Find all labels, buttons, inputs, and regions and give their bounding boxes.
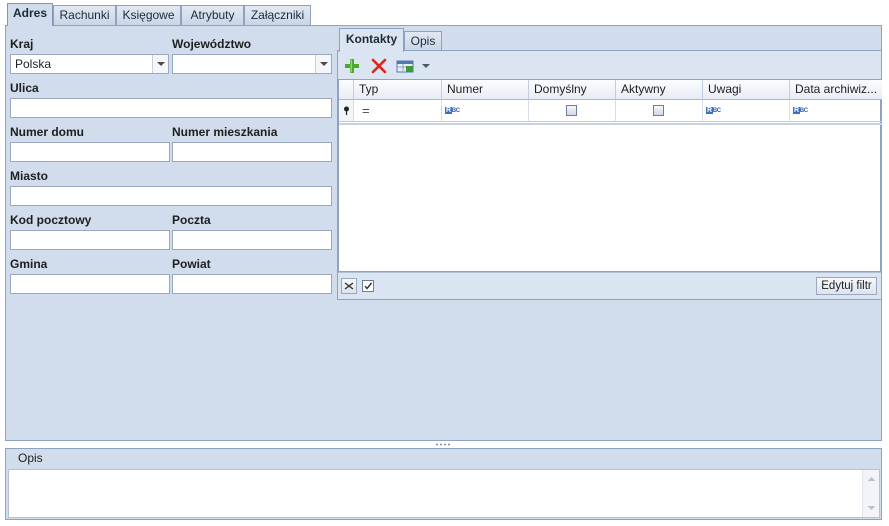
- add-button[interactable]: [343, 57, 361, 75]
- numer-mieszkania-input[interactable]: [172, 142, 332, 162]
- gmina-input[interactable]: [10, 274, 170, 294]
- kraj-label: Kraj: [10, 37, 34, 51]
- ulica-label: Ulica: [10, 81, 39, 95]
- plus-icon: [345, 59, 359, 73]
- tab-zalaczniki[interactable]: Załączniki: [244, 5, 311, 25]
- scroll-up-icon[interactable]: [863, 472, 880, 486]
- domyslny-filter-checkbox[interactable]: [566, 105, 577, 116]
- opis-textarea[interactable]: [8, 469, 880, 518]
- tab-atrybuty[interactable]: Atrybuty: [181, 5, 244, 25]
- export-button[interactable]: [396, 58, 430, 74]
- chevron-down-icon[interactable]: [152, 55, 168, 73]
- checkmark-icon: [364, 282, 373, 290]
- column-header-typ[interactable]: Typ: [354, 80, 442, 100]
- column-header-numer[interactable]: Numer: [442, 80, 529, 100]
- edit-filter-button[interactable]: Edytuj filtr: [816, 277, 877, 295]
- wojewodztwo-combo[interactable]: [172, 54, 332, 74]
- clear-filter-button[interactable]: [341, 278, 357, 294]
- kod-pocztowy-input[interactable]: [10, 230, 170, 250]
- tab-kontakty[interactable]: Kontakty: [339, 28, 404, 52]
- poczta-label: Poczta: [172, 213, 211, 227]
- opis-label: Opis: [18, 451, 43, 465]
- splitter-grip-icon[interactable]: [435, 443, 451, 446]
- kod-pocztowy-label: Kod pocztowy: [10, 213, 92, 227]
- ulica-input[interactable]: [10, 98, 332, 118]
- tab-opis[interactable]: Opis: [404, 31, 442, 51]
- abc-icon: RBC: [445, 107, 460, 114]
- kraj-combo[interactable]: Polska: [10, 54, 169, 74]
- x-icon: [371, 58, 387, 74]
- miasto-input[interactable]: [10, 186, 332, 206]
- filter-cell-data-archiwizacji[interactable]: RBC: [790, 100, 882, 122]
- powiat-input[interactable]: [172, 274, 332, 294]
- abc-icon: RBC: [793, 107, 808, 114]
- clear-filter-icon: [344, 282, 354, 290]
- filter-row-indicator: [339, 100, 354, 122]
- numer-domu-label: Numer domu: [10, 125, 85, 139]
- chevron-down-icon[interactable]: [315, 55, 331, 73]
- filter-cell-typ[interactable]: =: [354, 100, 442, 122]
- tab-ksiegowe[interactable]: Księgowe: [116, 5, 181, 25]
- filter-enabled-checkbox[interactable]: [362, 280, 374, 292]
- grid-export-icon: [396, 60, 430, 73]
- gmina-label: Gmina: [10, 257, 48, 271]
- pin-icon: [344, 106, 349, 115]
- column-header-uwagi[interactable]: Uwagi: [703, 80, 790, 100]
- grid-separator: [339, 123, 882, 125]
- column-header-domyslny[interactable]: Domyślny: [529, 80, 616, 100]
- numer-domu-input[interactable]: [10, 142, 170, 162]
- kontakty-grid: Typ Numer Domyślny Aktywny Uwagi Data ar…: [338, 79, 882, 272]
- poczta-input[interactable]: [172, 230, 332, 250]
- powiat-label: Powiat: [172, 257, 211, 271]
- filter-cell-domyslny[interactable]: [529, 100, 616, 122]
- opis-scrollbar[interactable]: [862, 470, 879, 517]
- wojewodztwo-label: Województwo: [172, 37, 252, 51]
- grid-footer: Edytuj filtr: [338, 272, 881, 298]
- tab-adres[interactable]: Adres: [7, 3, 53, 26]
- filter-cell-numer[interactable]: RBC: [442, 100, 529, 122]
- kraj-value: Polska: [15, 57, 52, 71]
- grid-row-indicator-header: [339, 80, 354, 100]
- delete-button[interactable]: [370, 57, 388, 75]
- tab-rachunki[interactable]: Rachunki: [53, 5, 116, 25]
- filter-cell-aktywny[interactable]: [616, 100, 703, 122]
- aktywny-filter-checkbox[interactable]: [653, 105, 664, 116]
- numer-mieszkania-label: Numer mieszkania: [172, 125, 278, 139]
- miasto-label: Miasto: [10, 169, 49, 183]
- abc-icon: RBC: [706, 107, 721, 114]
- equals-operator: =: [362, 103, 370, 118]
- filter-cell-uwagi[interactable]: RBC: [703, 100, 790, 122]
- scroll-down-icon[interactable]: [863, 501, 880, 515]
- column-header-data-archiwizacji[interactable]: Data archiwiz...: [790, 80, 882, 100]
- column-header-aktywny[interactable]: Aktywny: [616, 80, 703, 100]
